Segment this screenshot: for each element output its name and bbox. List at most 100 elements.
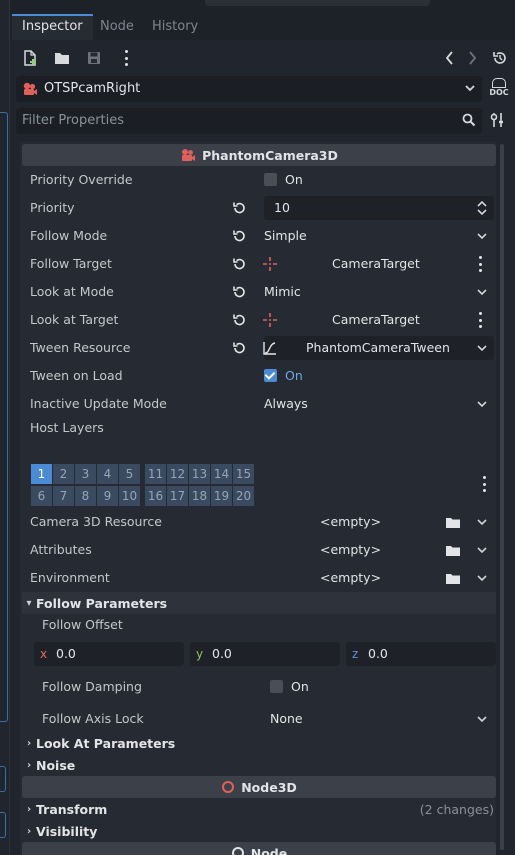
inactive-update-mode-value: Always xyxy=(264,396,308,411)
group-look-at-parameters[interactable]: › Look At Parameters xyxy=(22,732,496,754)
more-options-icon[interactable] xyxy=(478,312,482,328)
layer-6-toggle[interactable]: 6 xyxy=(31,486,52,506)
inspector-toolbar xyxy=(10,44,515,72)
checkbox-checked-icon xyxy=(264,369,277,382)
chevron-down-icon[interactable] xyxy=(476,566,488,593)
property-tween-on-load: Tween on Load On xyxy=(20,362,496,390)
filesystem-frame-2 xyxy=(0,812,6,838)
property-inactive-update-mode: Inactive Update Mode Always xyxy=(20,390,496,418)
checkbox-icon xyxy=(264,173,277,186)
folder-icon[interactable] xyxy=(446,573,460,584)
group-title: Transform xyxy=(36,801,108,817)
left-dock-edge xyxy=(0,0,10,855)
revert-icon[interactable] xyxy=(232,341,246,355)
follow-offset-z-field[interactable]: z 0.0 xyxy=(346,642,496,666)
layer-20-toggle[interactable]: 20 xyxy=(233,486,254,506)
tween-curve-icon xyxy=(263,342,276,355)
chevron-down-icon[interactable] xyxy=(476,510,488,537)
revert-icon[interactable] xyxy=(232,285,246,299)
layer-13-toggle[interactable]: 13 xyxy=(189,464,210,484)
object-selector[interactable]: OTSPcamRight xyxy=(16,76,482,102)
tab-history[interactable]: History xyxy=(142,14,208,40)
group-noise[interactable]: › Noise xyxy=(22,754,496,776)
open-docs-button[interactable]: DOC xyxy=(488,78,510,100)
follow-offset-y-field[interactable]: y 0.0 xyxy=(190,642,340,666)
layer-8-toggle[interactable]: 8 xyxy=(75,486,96,506)
group-visibility[interactable]: › Visibility xyxy=(22,820,496,842)
property-follow-mode: Follow Mode Simple xyxy=(20,222,496,250)
revert-icon[interactable] xyxy=(232,201,246,215)
layer-9-toggle[interactable]: 9 xyxy=(97,486,118,506)
layer-12-toggle[interactable]: 12 xyxy=(167,464,188,484)
tab-inspector[interactable]: Inspector xyxy=(12,14,93,40)
look-at-target-picker[interactable]: CameraTarget xyxy=(263,308,494,332)
look-at-mode-dropdown[interactable]: Mimic xyxy=(264,280,494,304)
priority-spinbox[interactable]: 10 xyxy=(264,196,494,220)
follow-mode-dropdown[interactable]: Simple xyxy=(264,224,494,248)
follow-offset-x-field[interactable]: x 0.0 xyxy=(34,642,184,666)
folder-icon[interactable] xyxy=(446,545,460,556)
layer-18-toggle[interactable]: 18 xyxy=(189,486,210,506)
layer-3-toggle[interactable]: 3 xyxy=(75,464,96,484)
group-follow-parameters[interactable]: ▾ Follow Parameters xyxy=(22,592,496,614)
property-follow-axis-lock: Follow Axis Lock None xyxy=(20,705,496,733)
open-folder-icon[interactable] xyxy=(52,48,72,68)
inspector-scrollbar[interactable] xyxy=(500,144,504,850)
more-options-icon[interactable] xyxy=(478,256,482,272)
section-node3d[interactable]: Node3D xyxy=(22,776,496,798)
tab-node[interactable]: Node xyxy=(90,14,144,40)
more-options-icon[interactable] xyxy=(482,476,486,492)
follow-damping-checkbox[interactable]: On xyxy=(270,675,500,699)
follow-target-picker[interactable]: CameraTarget xyxy=(263,252,494,276)
new-resource-icon[interactable] xyxy=(20,48,40,68)
layer-14-toggle[interactable]: 14 xyxy=(211,464,232,484)
layer-2-toggle[interactable]: 2 xyxy=(53,464,74,484)
layer-19-toggle[interactable]: 19 xyxy=(211,486,232,506)
inactive-update-mode-dropdown[interactable]: Always xyxy=(264,392,494,416)
revert-icon[interactable] xyxy=(232,313,246,327)
node-icon xyxy=(231,847,244,855)
revert-icon[interactable] xyxy=(232,229,246,243)
more-options-icon[interactable] xyxy=(116,48,136,68)
inspector-dock: Inspector Node History OTSPcamRight DOC … xyxy=(10,12,515,855)
layer-4-toggle[interactable]: 4 xyxy=(97,464,118,484)
layer-16-toggle[interactable]: 16 xyxy=(145,486,166,506)
chevron-down-icon[interactable] xyxy=(476,538,488,565)
property-label: Follow Offset xyxy=(42,617,123,632)
property-label: Tween on Load xyxy=(30,368,123,383)
follow-axis-lock-dropdown[interactable]: None xyxy=(270,707,494,731)
layer-5-toggle[interactable]: 5 xyxy=(119,464,140,484)
layer-1-toggle[interactable]: 1 xyxy=(31,464,52,484)
property-follow-damping: Follow Damping On xyxy=(20,673,496,701)
docs-icon xyxy=(492,78,506,88)
priority-override-checkbox[interactable]: On xyxy=(264,168,494,192)
look-at-mode-value: Mimic xyxy=(264,284,301,299)
property-label: Inactive Update Mode xyxy=(30,396,167,411)
tween-on-load-checkbox[interactable]: On xyxy=(264,364,494,388)
top-bar-edge xyxy=(205,0,430,6)
property-label: Follow Damping xyxy=(42,679,142,694)
resource-value: <empty> xyxy=(320,570,382,585)
history-back-icon[interactable] xyxy=(440,48,460,68)
history-forward-icon[interactable] xyxy=(462,48,482,68)
revert-icon[interactable] xyxy=(232,257,246,271)
chevron-right-icon: › xyxy=(26,759,32,771)
tween-resource-picker[interactable]: PhantomCameraTween xyxy=(263,336,494,360)
dock-tabs: Inspector Node History xyxy=(10,12,515,40)
inspector-tools-icon[interactable] xyxy=(490,111,510,131)
layer-15-toggle[interactable]: 15 xyxy=(233,464,254,484)
property-label: Camera 3D Resource xyxy=(30,514,162,529)
layer-10-toggle[interactable]: 10 xyxy=(119,486,140,506)
layer-17-toggle[interactable]: 17 xyxy=(167,486,188,506)
section-phantomcamera3d[interactable]: PhantomCamera3D xyxy=(22,144,496,166)
checkbox-label: On xyxy=(285,368,303,383)
section-node[interactable]: Node xyxy=(22,842,496,855)
object-history-icon[interactable] xyxy=(490,48,510,68)
folder-icon[interactable] xyxy=(446,517,460,528)
layer-7-toggle[interactable]: 7 xyxy=(53,486,74,506)
layer-11-toggle[interactable]: 11 xyxy=(145,464,166,484)
filter-properties-field[interactable]: Filter Properties xyxy=(16,108,482,134)
group-transform[interactable]: › Transform (2 changes) xyxy=(22,798,496,820)
node3d-target-icon xyxy=(263,313,277,327)
save-icon[interactable] xyxy=(84,48,104,68)
